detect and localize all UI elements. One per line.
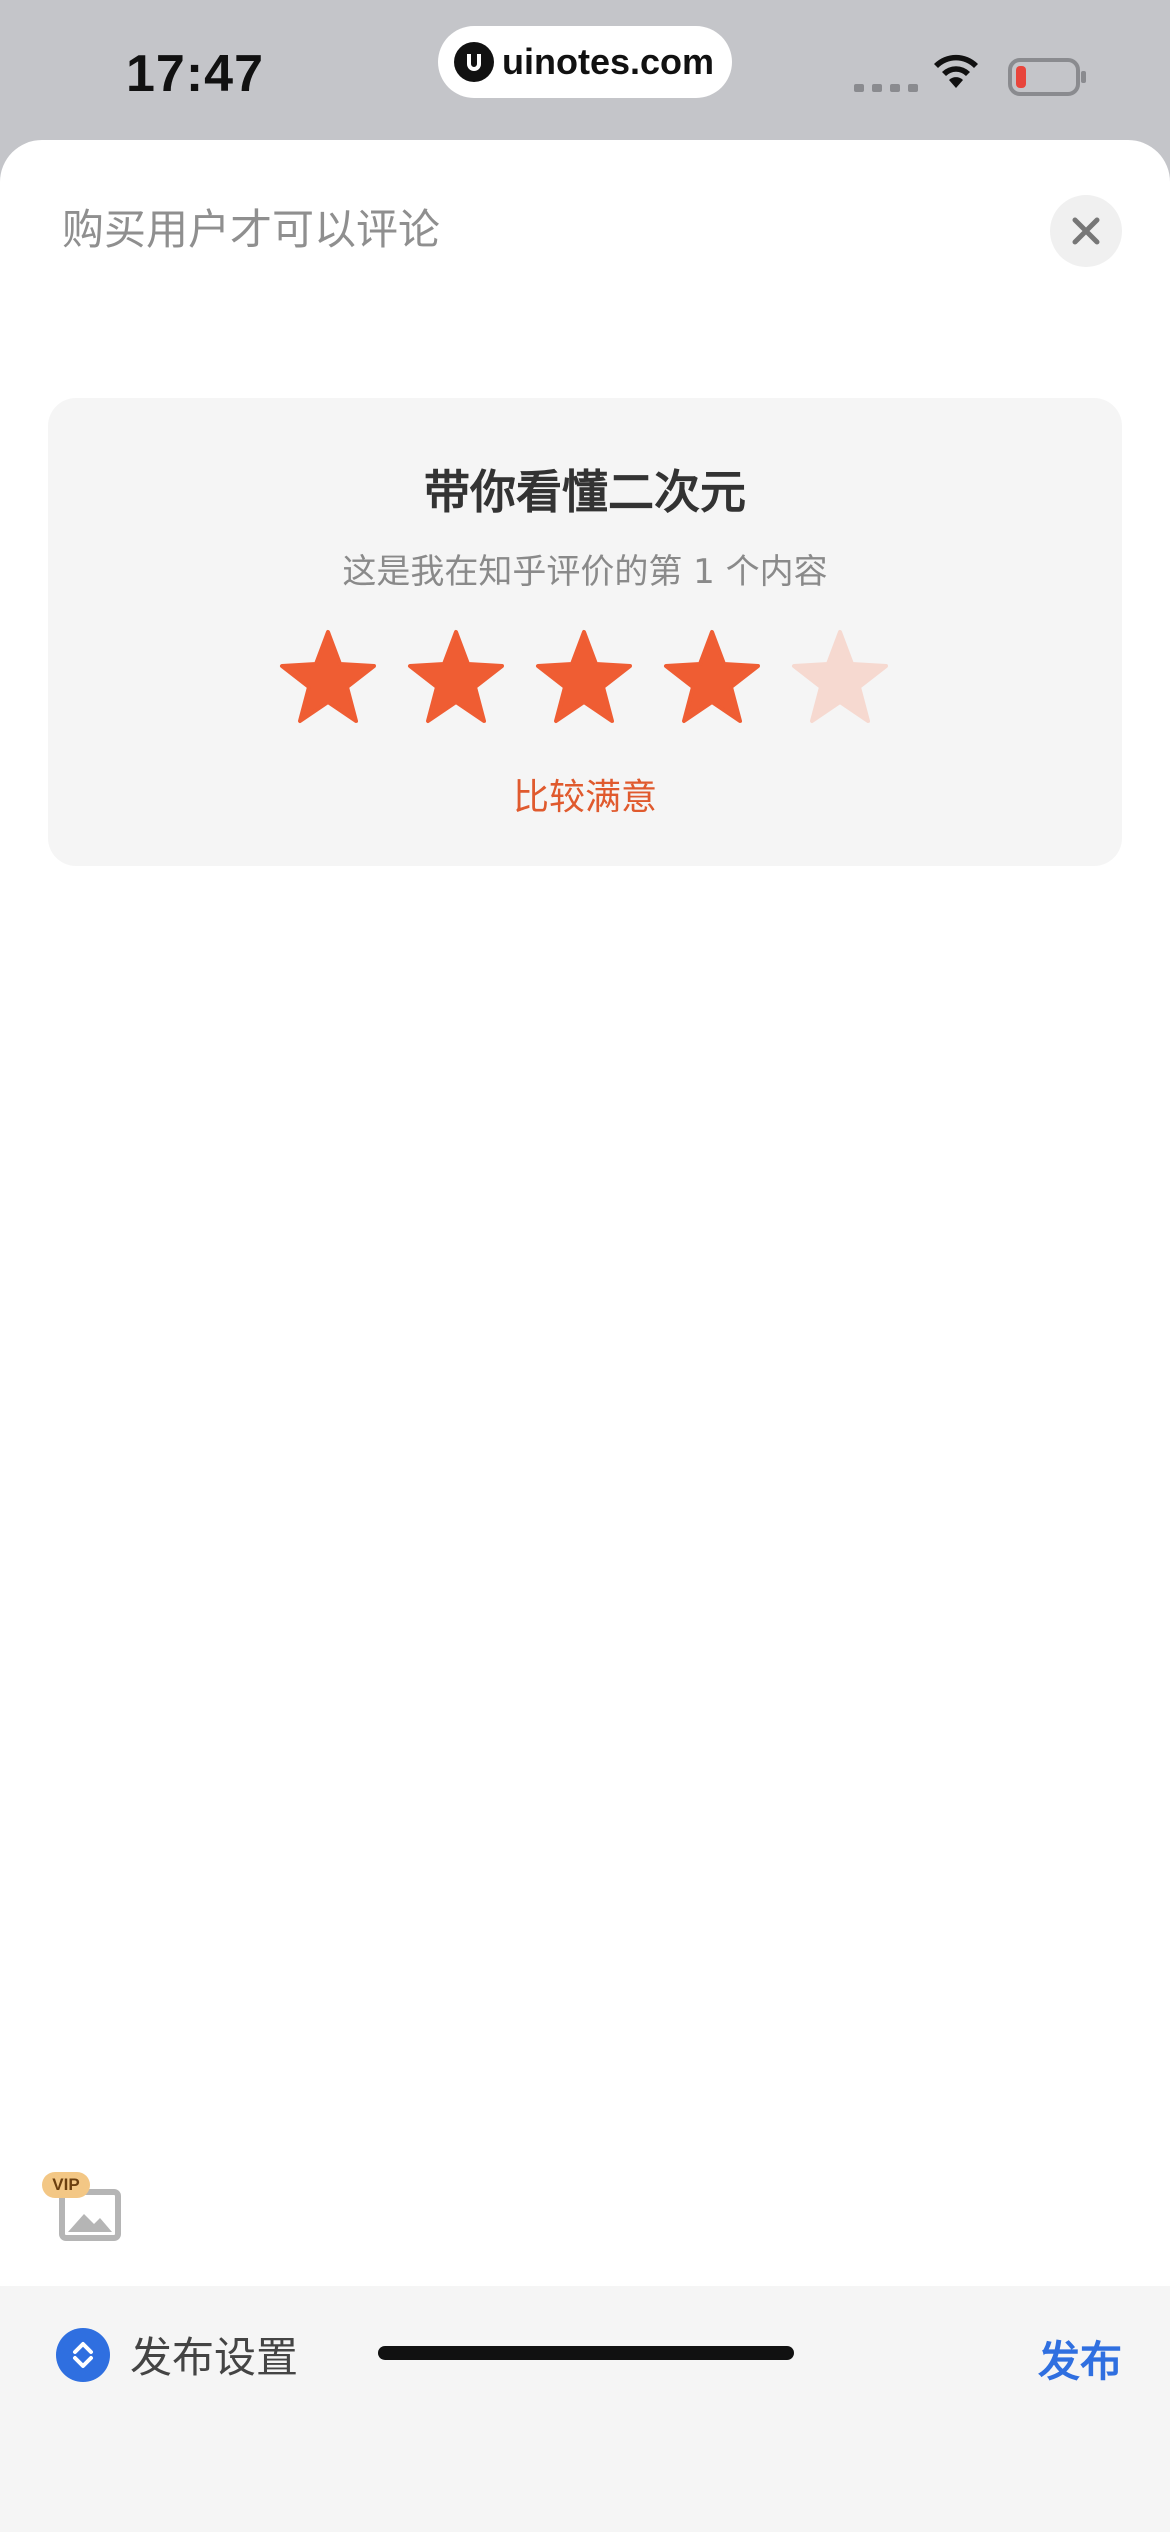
screen: 17:47 uinotes.com 购买用户才可以评论 带你看懂二次元 这是我在… xyxy=(0,0,1170,2532)
bottom-bar: 发布设置 发布 xyxy=(0,2286,1170,2532)
battery-low-icon xyxy=(1008,56,1088,102)
site-logo-icon xyxy=(454,42,494,82)
status-time: 17:47 xyxy=(126,45,264,103)
rating-label: 比较满意 xyxy=(512,777,657,818)
comment-sheet: 购买用户才可以评论 带你看懂二次元 这是我在知乎评价的第 1 个内容 比较满意 … xyxy=(0,140,1170,2532)
status-bar: 17:47 uinotes.com xyxy=(0,0,1170,140)
star-rating xyxy=(278,628,892,728)
publish-settings-button[interactable]: 发布设置 xyxy=(56,2324,298,2385)
rating-card: 带你看懂二次元 这是我在知乎评价的第 1 个内容 比较满意 xyxy=(48,398,1122,866)
close-button[interactable] xyxy=(1050,195,1122,267)
comment-input-placeholder[interactable]: 购买用户才可以评论 xyxy=(62,196,440,257)
close-icon xyxy=(1072,217,1100,245)
vip-badge: VIP xyxy=(42,2172,90,2198)
home-indicator[interactable] xyxy=(378,2346,794,2360)
url-pill[interactable]: uinotes.com xyxy=(438,26,732,98)
add-image-button[interactable]: VIP xyxy=(42,2172,126,2246)
star-3-icon[interactable] xyxy=(534,628,634,728)
content-title: 带你看懂二次元 xyxy=(424,465,746,519)
star-1-icon[interactable] xyxy=(278,628,378,728)
star-5-icon[interactable] xyxy=(790,628,890,728)
url-text: uinotes.com xyxy=(502,41,715,82)
star-2-icon[interactable] xyxy=(406,628,506,728)
star-4-icon[interactable] xyxy=(662,628,762,728)
cellular-signal-icon xyxy=(854,84,918,92)
rating-subtitle: 这是我在知乎评价的第 1 个内容 xyxy=(342,552,828,592)
publish-button[interactable]: 发布 xyxy=(1038,2328,1122,2389)
publish-settings-label: 发布设置 xyxy=(130,2333,299,2382)
wifi-icon xyxy=(930,52,982,96)
sort-arrows-icon xyxy=(56,2327,110,2382)
